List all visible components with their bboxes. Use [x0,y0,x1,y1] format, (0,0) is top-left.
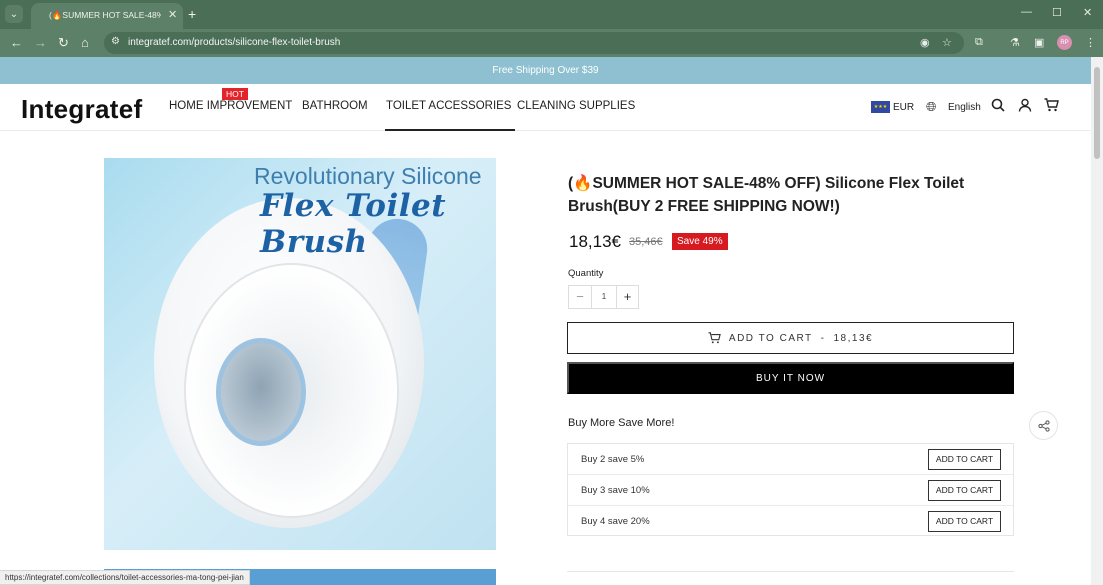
status-bar-url: https://integratef.com/collections/toile… [0,570,250,585]
bundle-row: Buy 3 save 10% ADD TO CART [568,475,1013,506]
address-bar[interactable]: ⚙ integratef.com/products/silicone-flex-… [104,32,964,54]
add-to-cart-price: 18,13€ [833,332,874,344]
hot-badge: HOT [222,88,248,100]
bundle-add-to-cart-button[interactable]: ADD TO CART [928,511,1001,532]
sale-price: 18,13€ [569,232,621,251]
image-subheadline: Flex Toilet Brush [260,188,447,260]
product-title: (🔥SUMMER HOT SALE-48% OFF) Silicone Flex… [568,175,965,215]
browser-toolbar: ← → ↻ ⌂ ⚙ integratef.com/products/silico… [0,29,1103,57]
avatar[interactable]: RP [1057,35,1072,50]
bundle-label: Buy 3 save 10% [581,485,650,496]
quantity-input[interactable]: 1 [592,286,616,308]
image-headline: Revolutionary Silicone [254,163,482,189]
kebab-menu-icon[interactable]: ⋮ [1085,36,1096,49]
bundle-offers: Buy 2 save 5% ADD TO CART Buy 3 save 10%… [567,443,1014,536]
logo[interactable]: Integratef [21,94,142,125]
bundle-add-to-cart-button[interactable]: ADD TO CART [928,480,1001,501]
flask-icon[interactable]: ⚗ [1010,36,1020,49]
close-icon[interactable]: ✕ [168,8,177,21]
bundle-label: Buy 4 save 20% [581,516,650,527]
reload-icon[interactable]: ↻ [58,35,69,51]
bundle-row: Buy 4 save 20% ADD TO CART [568,506,1013,537]
quantity-decrease-button[interactable]: − [569,286,592,308]
bundle-row: Buy 2 save 5% ADD TO CART [568,444,1013,475]
nav-home-improvement[interactable]: HOME IMPROVEMENT [169,100,292,112]
bundle-add-to-cart-button[interactable]: ADD TO CART [928,449,1001,470]
nav-cleaning-supplies[interactable]: CLEANING SUPPLIES [517,100,635,112]
star-icon[interactable]: ☆ [942,36,952,49]
browser-tab-bar: ⌄ (🔥SUMMER HOT SALE-48% O ✕ + — ☐ ✕ [0,0,1103,29]
language-selector[interactable]: English [948,102,981,113]
quantity-label: Quantity [568,268,604,279]
arrow-right-icon[interactable]: → [34,35,47,50]
cart-icon[interactable] [1044,98,1059,115]
puzzle-icon[interactable]: ⧉ [975,36,983,49]
toilet-water-graphic [216,338,306,446]
active-nav-underline [385,129,515,131]
maximize-icon[interactable]: ☐ [1052,6,1062,19]
url-text[interactable]: integratef.com/products/silicone-flex-to… [128,37,340,48]
quantity-stepper: − 1 + [568,285,639,309]
arrow-left-icon[interactable]: ← [10,35,23,50]
chevron-down-icon[interactable]: ⌄ [5,5,23,23]
tune-icon[interactable]: ⚙ [111,36,120,47]
page-viewport: Free Shipping Over $39 Integratef HOME I… [0,57,1091,585]
buy-now-button[interactable]: BUY IT NOW [567,362,1014,394]
announcement-bar: Free Shipping Over $39 [0,57,1091,84]
minimize-icon[interactable]: — [1021,6,1032,18]
save-badge: Save 49% [672,233,728,250]
scrollbar-thumb[interactable] [1094,67,1100,159]
currency-selector[interactable]: EUR [893,102,914,113]
eu-flag-icon[interactable]: ★★★ [871,101,890,113]
plus-icon[interactable]: + [188,6,196,22]
browser-tab[interactable]: (🔥SUMMER HOT SALE-48% O ✕ [31,3,183,29]
bundle-label: Buy 2 save 5% [581,454,645,465]
tab-title: (🔥SUMMER HOT SALE-48% O [49,10,161,20]
page-scrollbar[interactable] [1091,57,1103,585]
bundle-title: Buy More Save More! [568,417,675,429]
quantity-increase-button[interactable]: + [616,286,638,308]
nav-toilet-accessories[interactable]: TOILET ACCESSORIES [386,100,511,112]
user-icon[interactable] [1018,98,1032,115]
divider [567,571,1014,572]
sidebar-icon[interactable]: ▣ [1034,36,1044,49]
add-to-cart-label: ADD TO CART [728,332,813,344]
share-icon[interactable] [1029,411,1058,440]
cart-icon [708,332,721,344]
compare-price: 35,46€ [629,236,663,248]
add-to-cart-button[interactable]: ADD TO CART - 18,13€ [567,322,1014,354]
product-image[interactable]: Revolutionary Silicone Flex Toilet Brush [104,158,496,550]
site-header: Integratef HOME IMPROVEMENT HOT BATHROOM… [0,84,1091,131]
home-icon[interactable]: ⌂ [81,35,89,50]
search-icon[interactable] [991,98,1005,115]
close-window-icon[interactable]: ✕ [1083,6,1092,19]
eye-off-icon[interactable]: ◉ [920,36,930,49]
globe-icon[interactable]: 🌐︎ [926,99,936,115]
nav-bathroom[interactable]: BATHROOM [302,100,368,112]
add-to-cart-separator: - [820,332,826,344]
